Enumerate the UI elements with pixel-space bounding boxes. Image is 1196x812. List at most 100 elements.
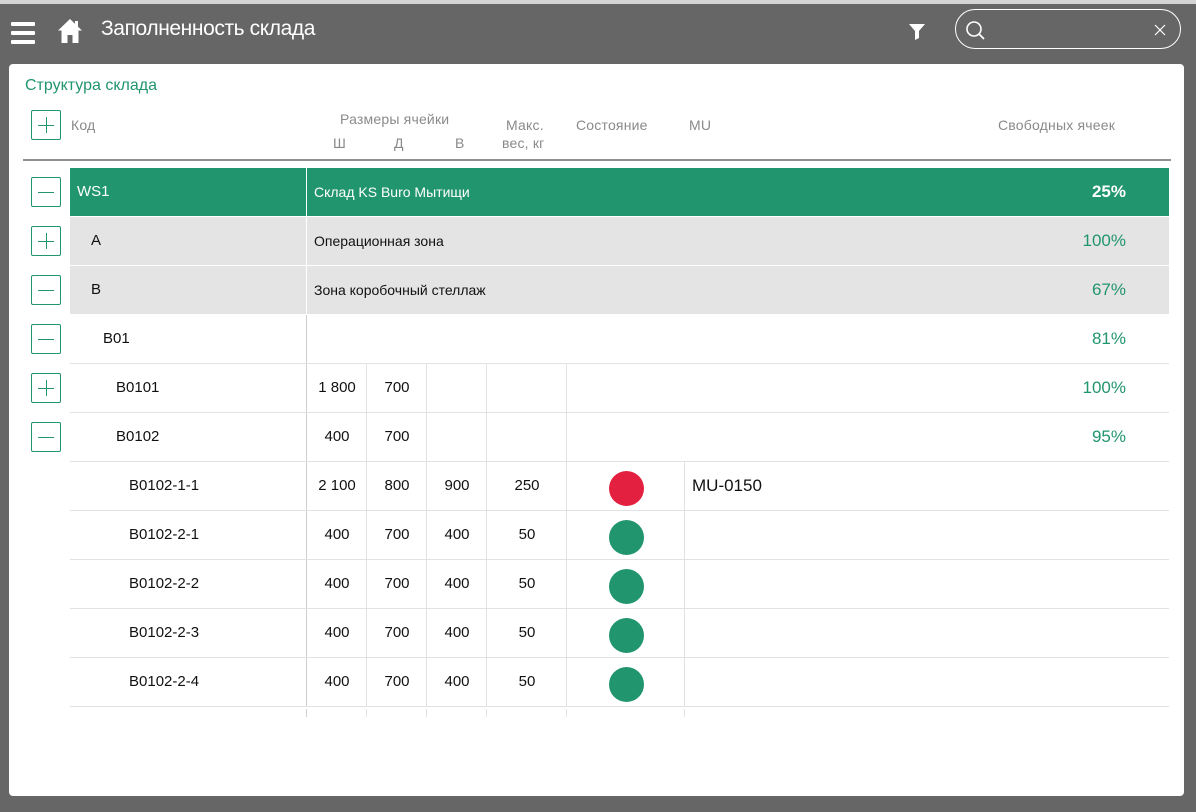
top-bar: Заполненность склада — [0, 0, 1196, 64]
cell-depth: 700 — [384, 624, 410, 641]
cell-depth: 700 — [384, 526, 410, 543]
cell-height: 400 — [444, 526, 470, 543]
row-code: B0101 — [116, 379, 160, 396]
status-busy-indicator — [609, 471, 644, 506]
column-line — [684, 709, 685, 717]
minus-icon — [38, 192, 54, 193]
row-code: B0102-2-1 — [129, 526, 200, 543]
home-icon[interactable] — [56, 17, 84, 45]
column-header-height: В — [455, 135, 465, 151]
table-row[interactable]: A Операционная зона 100% — [70, 217, 1169, 266]
status-free-indicator — [609, 520, 644, 555]
free-percent: 95% — [1091, 427, 1126, 446]
cell-width: 400 — [324, 673, 350, 690]
column-header-free-cells: Свободных ячеек — [998, 117, 1116, 133]
column-line — [306, 709, 307, 717]
row-code: A — [91, 232, 102, 249]
cell-max-weight: 250 — [514, 477, 540, 494]
cell-max-weight: 50 — [518, 624, 536, 641]
free-percent: 100% — [1082, 231, 1126, 250]
cell-height: 400 — [444, 624, 470, 641]
column-line — [566, 709, 567, 717]
search-input[interactable] — [992, 18, 1142, 40]
row-code: B01 — [103, 330, 130, 347]
column-header-sizes: Размеры ячейки — [340, 111, 450, 127]
cell-width: 400 — [324, 575, 350, 592]
table-row[interactable]: B Зона коробочный стеллаж 67% — [70, 266, 1169, 315]
row-code: B — [91, 281, 102, 298]
minus-icon — [38, 437, 54, 438]
expand-button[interactable] — [31, 373, 61, 403]
clear-icon[interactable] — [1153, 23, 1167, 37]
free-percent: 67% — [1091, 280, 1126, 299]
cell-depth: 700 — [384, 428, 410, 445]
minus-icon — [38, 290, 54, 291]
collapse-button[interactable] — [31, 422, 61, 452]
free-percent: 81% — [1091, 329, 1126, 348]
cell-height: 900 — [444, 477, 470, 494]
status-free-indicator — [609, 667, 644, 702]
cell-width: 2 100 — [318, 477, 356, 494]
row-code: B0102-2-2 — [129, 575, 200, 592]
table-row[interactable]: B0102-2-1 400 700 400 50 — [70, 511, 1169, 560]
cell-width: 1 800 — [318, 379, 356, 396]
row-name: Зона коробочный стеллаж — [314, 282, 486, 298]
column-header-max-weight-1: Макс. — [506, 117, 544, 133]
table-row[interactable]: WS1 Склад KS Buro Мытищи 25% — [70, 168, 1169, 217]
column-header-mu: MU — [689, 117, 712, 133]
table-row[interactable]: B0102-2-4 400 700 400 50 — [70, 658, 1169, 707]
page-title: Заполненность склада — [101, 17, 316, 40]
header-divider — [23, 159, 1171, 161]
expand-button[interactable] — [31, 226, 61, 256]
column-header-code: Код — [71, 117, 96, 133]
free-percent: 100% — [1082, 378, 1126, 397]
cell-depth: 800 — [384, 477, 410, 494]
status-free-indicator — [609, 618, 644, 653]
cell-max-weight: 50 — [518, 526, 536, 543]
filter-icon[interactable] — [907, 21, 927, 41]
menu-icon[interactable] — [11, 22, 35, 44]
cell-depth: 700 — [384, 379, 410, 396]
cell-height: 400 — [444, 575, 470, 592]
cell-width: 400 — [324, 428, 350, 445]
table-row[interactable]: B0102-2-3 400 700 400 50 — [70, 609, 1169, 658]
cell-max-weight: 50 — [518, 575, 536, 592]
minus-icon — [38, 339, 54, 340]
collapse-button[interactable] — [31, 324, 61, 354]
row-code: WS1 — [77, 183, 110, 200]
table-row[interactable]: B0102 400 700 95% — [70, 413, 1169, 462]
column-line — [426, 709, 427, 717]
row-code: B0102-1-1 — [129, 477, 200, 494]
table-row[interactable]: B0102-2-2 400 700 400 50 — [70, 560, 1169, 609]
status-free-indicator — [609, 569, 644, 604]
expand-all-button[interactable] — [31, 110, 61, 140]
row-name: Склад KS Buro Мытищи — [314, 184, 470, 200]
row-name: Операционная зона — [314, 233, 444, 249]
search-icon — [966, 21, 985, 40]
column-line — [366, 709, 367, 717]
mu-code: MU-0150 — [692, 476, 762, 495]
column-header-depth: Д — [394, 135, 404, 151]
search-box — [955, 9, 1181, 49]
cell-width: 400 — [324, 624, 350, 641]
table-row[interactable]: B0101 1 800 700 100% — [70, 364, 1169, 413]
row-code: B0102 — [116, 428, 160, 445]
cell-depth: 700 — [384, 575, 410, 592]
panel-title: Структура склада — [25, 77, 157, 94]
cell-max-weight: 50 — [518, 673, 536, 690]
cell-depth: 700 — [384, 673, 410, 690]
column-header-width: Ш — [333, 135, 347, 151]
cell-width: 400 — [324, 526, 350, 543]
row-code: B0102-2-4 — [129, 673, 200, 690]
collapse-button[interactable] — [31, 275, 61, 305]
table-row[interactable]: B01 81% — [70, 315, 1169, 364]
free-percent: 25% — [1091, 182, 1126, 201]
collapse-button[interactable] — [31, 177, 61, 207]
warehouse-structure-panel: Структура склада Код Размеры ячейки Ш Д … — [9, 64, 1184, 796]
column-line — [486, 709, 487, 717]
column-header-state: Состояние — [576, 117, 648, 133]
table-row[interactable]: B0102-1-1 2 100 800 900 250 MU-0150 — [70, 462, 1169, 511]
cell-height: 400 — [444, 673, 470, 690]
column-header-max-weight-2: вес, кг — [502, 135, 545, 151]
row-code: B0102-2-3 — [129, 624, 200, 641]
